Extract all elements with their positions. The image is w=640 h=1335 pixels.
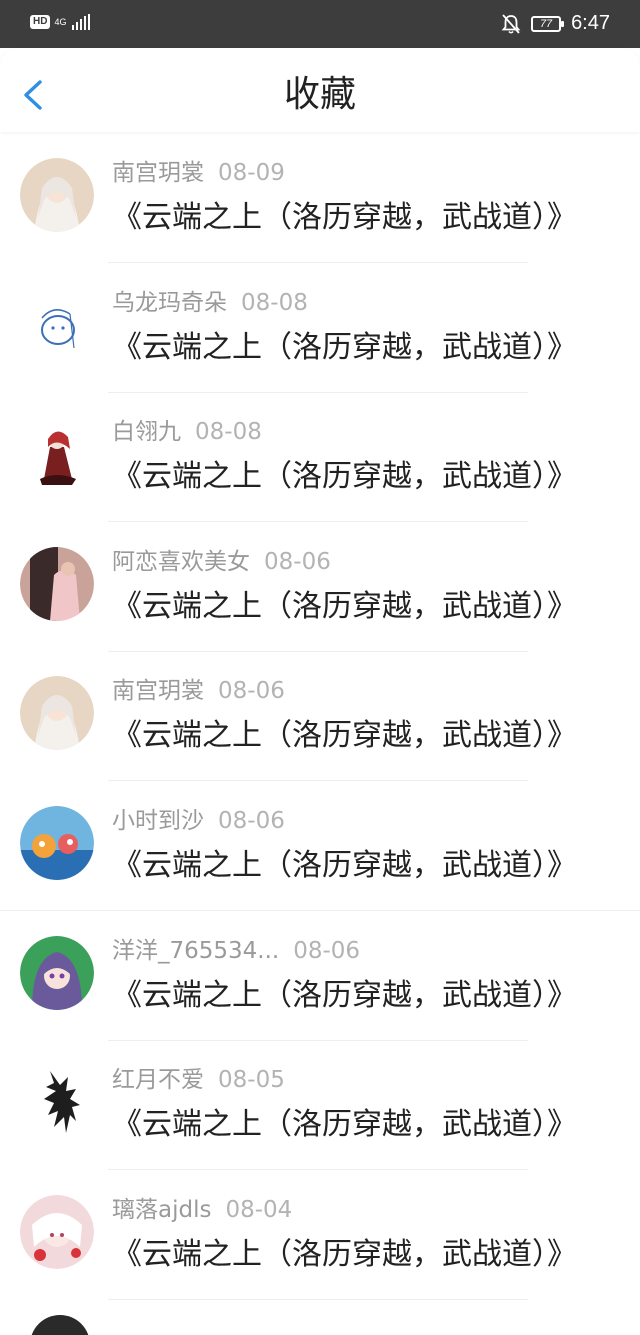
avatar[interactable] bbox=[20, 287, 94, 362]
divider bbox=[108, 1298, 528, 1300]
list-item[interactable]: 南宫玥裳 08-06 《云端之上（洛历穿越，武战道）》 bbox=[0, 652, 640, 782]
item-date: 08-06 bbox=[293, 937, 361, 964]
avatar[interactable] bbox=[20, 158, 94, 232]
item-date: 08-05 bbox=[218, 1067, 285, 1094]
status-bar: HD 4G 77 6:47 bbox=[0, 0, 640, 48]
avatar[interactable] bbox=[20, 676, 94, 751]
list-item[interactable]: 南宫玥裳 08-09 《云端之上（洛历穿越，武战道）》 bbox=[0, 134, 640, 264]
hd-badge: HD bbox=[30, 15, 51, 29]
item-title[interactable]: 《云端之上（洛历穿越，武战道）》 bbox=[112, 1105, 577, 1145]
app-header: 收藏 bbox=[0, 48, 640, 132]
item-title[interactable]: 《云端之上（洛历穿越，武战道）》 bbox=[112, 457, 577, 497]
list-item[interactable]: 洋洋_765534... 08-06 《云端之上（洛历穿越，武战道）》 bbox=[0, 912, 640, 1042]
page-title: 收藏 bbox=[283, 74, 356, 115]
user-name[interactable]: 南宫玥裳 bbox=[112, 160, 204, 186]
item-title[interactable]: 《云端之上（洛历穿越，武战道）》 bbox=[112, 1235, 577, 1275]
user-name[interactable]: 红月不爱 bbox=[112, 1067, 204, 1093]
item-title[interactable]: 《云端之上（洛历穿越，武战道）》 bbox=[112, 328, 577, 368]
item-meta: 南宫玥裳 08-09 bbox=[112, 158, 285, 188]
user-name[interactable]: 阿恋喜欢美女 bbox=[112, 549, 250, 575]
item-meta: 洋洋_765534... 08-06 bbox=[112, 936, 360, 966]
list-item[interactable]: 阿恋喜欢美女 08-06 《云端之上（洛历穿越，武战道）》 bbox=[0, 523, 640, 653]
battery-level: 77 bbox=[539, 17, 553, 30]
partial-avatar bbox=[30, 1315, 90, 1335]
item-meta: 阿恋喜欢美女 08-06 bbox=[112, 547, 331, 577]
favorites-list: 南宫玥裳 08-09 《云端之上（洛历穿越，武战道）》 乌龙玛奇朵 08-08 《云… bbox=[0, 134, 640, 1300]
avatar[interactable] bbox=[20, 935, 94, 1010]
list-item[interactable]: 红月不爱 08-05 《云端之上（洛历穿越，武战道）》 bbox=[0, 1041, 640, 1171]
list-item[interactable]: 乌龙玛奇朵 08-08 《云端之上（洛历穿越，武战道）》 bbox=[0, 264, 640, 394]
avatar[interactable] bbox=[20, 417, 94, 492]
user-name[interactable]: 洋洋_765534... bbox=[112, 938, 279, 964]
muted-bell-icon bbox=[501, 13, 521, 35]
user-name[interactable]: 白翎九 bbox=[112, 419, 181, 445]
item-meta: 南宫玥裳 08-06 bbox=[112, 676, 285, 706]
user-name[interactable]: 小时到沙 bbox=[112, 808, 204, 834]
clock: 6:47 bbox=[571, 12, 610, 34]
user-name[interactable]: 乌龙玛奇朵 bbox=[112, 290, 227, 316]
item-title[interactable]: 《云端之上（洛历穿越，武战道）》 bbox=[112, 587, 577, 627]
item-meta: 红月不爱 08-05 bbox=[112, 1065, 285, 1095]
item-title[interactable]: 《云端之上（洛历穿越，武战道）》 bbox=[112, 976, 577, 1016]
item-meta: 小时到沙 08-06 bbox=[112, 806, 285, 836]
item-date: 08-08 bbox=[195, 419, 262, 446]
list-item[interactable]: 小时到沙 08-06 《云端之上（洛历穿越，武战道）》 bbox=[0, 782, 640, 912]
item-date: 08-06 bbox=[264, 548, 331, 575]
item-date: 08-09 bbox=[218, 160, 285, 186]
item-title[interactable]: 《云端之上（洛历穿越，武战道）》 bbox=[112, 716, 577, 756]
item-meta: 白翎九 08-08 bbox=[112, 417, 262, 447]
avatar[interactable] bbox=[20, 1194, 94, 1269]
signal-icon bbox=[72, 14, 91, 30]
network-type: 4G bbox=[54, 16, 67, 27]
avatar[interactable] bbox=[20, 546, 94, 621]
item-date: 08-08 bbox=[241, 289, 308, 316]
item-date: 08-06 bbox=[218, 678, 285, 705]
item-meta: 乌龙玛奇朵 08-08 bbox=[112, 288, 308, 318]
list-item[interactable]: 白翎九 08-08 《云端之上（洛历穿越，武战道）》 bbox=[0, 393, 640, 523]
list-item[interactable]: 璃落ajdls 08-04 《云端之上（洛历穿越，武战道）》 bbox=[0, 1171, 640, 1301]
item-title[interactable]: 《云端之上（洛历穿越，武战道）》 bbox=[112, 198, 577, 238]
battery-icon: 77 bbox=[531, 15, 565, 32]
item-date: 08-06 bbox=[218, 807, 285, 834]
item-title[interactable]: 《云端之上（洛历穿越，武战道）》 bbox=[112, 846, 577, 886]
avatar[interactable] bbox=[20, 1065, 94, 1140]
item-date: 08-04 bbox=[225, 1196, 293, 1223]
item-meta: 璃落ajdls 08-04 bbox=[112, 1195, 292, 1225]
avatar[interactable] bbox=[20, 805, 94, 880]
status-left: HD 4G bbox=[30, 14, 91, 30]
status-right: 77 6:47 bbox=[501, 12, 610, 35]
user-name[interactable]: 璃落ajdls bbox=[112, 1197, 211, 1223]
user-name[interactable]: 南宫玥裳 bbox=[112, 678, 204, 704]
